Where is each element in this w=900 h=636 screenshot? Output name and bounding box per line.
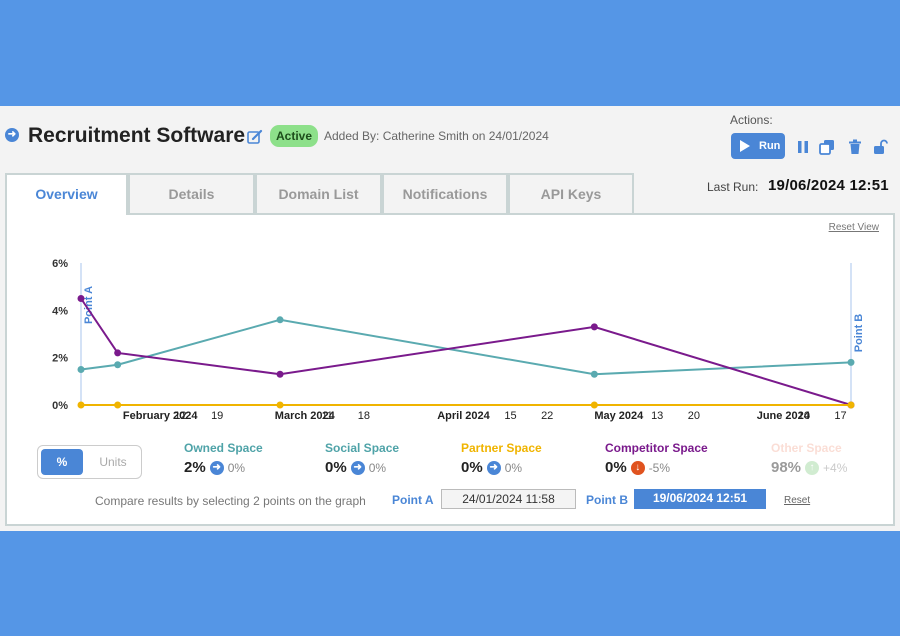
edit-icon[interactable] (247, 129, 263, 145)
y-tick-label: 2% (52, 353, 68, 365)
arrow-right-icon: ➜ (486, 460, 501, 475)
tab-details[interactable]: Details (128, 173, 255, 213)
metric-values: 0% ↓ -5% (605, 459, 708, 476)
data-point-competitor-space (276, 370, 284, 378)
metric-change: 0% (504, 460, 523, 475)
x-tick-label: April 2024 (437, 410, 490, 422)
metric-value: 2% (184, 459, 206, 476)
metric-partner-space: Partner Space 0% ➜ 0% (461, 441, 542, 476)
metric-name: Other Space (771, 441, 842, 455)
metric-name: Competitor Space (605, 441, 708, 455)
unlock-icon[interactable] (873, 139, 889, 155)
arrow-right-icon: ➜ (209, 460, 224, 475)
units-option[interactable]: Units (88, 449, 138, 475)
point-b-label: Point B (586, 493, 628, 507)
run-label: Run (759, 140, 781, 152)
y-tick-label: 4% (52, 305, 68, 317)
metric-name: Owned Space (184, 441, 263, 455)
x-tick-label: 12 (174, 410, 186, 422)
data-point-competitor-space (114, 349, 122, 357)
metric-change: 0% (368, 460, 387, 475)
play-icon (740, 140, 750, 152)
compare-row: Compare results by selecting 2 points on… (7, 488, 897, 512)
overview-content: Reset View 0% 2% 4% 6% February 2024 12 19 Marc… (5, 213, 895, 526)
metric-other-space: Other Space 98% ↑ +4% (771, 441, 847, 476)
data-point-competitor-space (77, 295, 85, 302)
point-b-field[interactable]: 19/06/2024 12:51 (634, 489, 766, 509)
point-a-field[interactable]: 24/01/2024 11:58 (441, 489, 576, 509)
trend-chart[interactable]: 0%2%4%6%February 202412 19 March 202411 18 A… (7, 215, 893, 440)
point-b-marker-label: Point B (853, 314, 865, 353)
x-tick-label: 17 (834, 410, 846, 422)
metric-values: 0% ➜ 0% (461, 459, 542, 476)
run-button[interactable]: Run (731, 133, 785, 159)
status-badge: Active (270, 125, 319, 147)
metric-owned-space: Owned Space 2% ➜ 0% (184, 441, 263, 476)
data-point-partner-space (276, 401, 284, 409)
x-tick-label: 19 (211, 410, 223, 422)
unit-toggle[interactable]: % Units (37, 445, 142, 479)
duplicate-icon[interactable] (819, 139, 835, 155)
data-point-owned-space (77, 366, 85, 373)
title-row: ➜ Recruitment Software Active Added By: … (0, 106, 700, 166)
trash-icon[interactable] (847, 139, 863, 155)
metric-values: 98% ↑ +4% (771, 459, 847, 476)
monitor-panel: ➜ Recruitment Software Active Added By: … (0, 106, 900, 531)
metric-values: 0% ➜ 0% (325, 459, 399, 476)
data-point-partner-space (114, 401, 122, 409)
actions-label: Actions: (730, 113, 773, 127)
x-tick-label: 22 (541, 410, 553, 422)
compare-instructions: Compare results by selecting 2 points on… (95, 494, 366, 508)
x-tick-label: 13 (651, 410, 663, 422)
percent-option[interactable]: % (41, 449, 83, 475)
tab-overview[interactable]: Overview (5, 173, 128, 215)
metric-name: Social Space (325, 441, 400, 455)
metric-change: 0% (227, 460, 246, 475)
metric-name: Partner Space (461, 441, 542, 455)
reset-link[interactable]: Reset (784, 495, 810, 506)
metric-value: 0% (605, 459, 627, 476)
back-arrow-icon[interactable]: ➜ (5, 128, 19, 142)
data-point-owned-space (847, 358, 855, 366)
data-point-owned-space (276, 316, 284, 324)
last-run-label: Last Run: (707, 180, 759, 194)
x-tick-label: 15 (504, 410, 516, 422)
x-tick-label: 10 (798, 410, 810, 422)
added-by-text: Added By: Catherine Smith on 24/01/2024 (324, 129, 549, 143)
data-point-partner-space (590, 401, 598, 409)
pause-icon[interactable] (795, 139, 811, 155)
y-tick-label: 0% (52, 400, 68, 412)
tab-domain-list[interactable]: Domain List (255, 173, 382, 213)
arrow-down-icon: ↓ (630, 460, 645, 475)
tab-notifications[interactable]: Notifications (382, 173, 508, 213)
tab-api-keys[interactable]: API Keys (508, 173, 634, 213)
metric-value: 0% (325, 459, 347, 476)
data-point-partner-space (77, 401, 85, 409)
x-tick-label: 20 (688, 410, 700, 422)
metric-values: 2% ➜ 0% (184, 459, 263, 476)
data-point-competitor-space (590, 323, 598, 331)
metric-change: -5% (648, 460, 671, 475)
y-tick-label: 6% (52, 258, 68, 270)
x-tick-label: May 2024 (594, 410, 644, 422)
page-title: Recruitment Software (28, 124, 246, 147)
metric-social-space: Social Space 0% ➜ 0% (325, 441, 399, 476)
data-point-partner-space (847, 401, 855, 409)
metric-change: +4% (823, 460, 848, 475)
metric-value: 0% (461, 459, 483, 476)
arrow-right-icon: ➜ (350, 460, 365, 475)
x-tick-label: 11 (321, 410, 332, 422)
arrow-up-icon: ↑ (805, 460, 820, 475)
x-tick-label: 18 (358, 410, 370, 422)
data-point-owned-space (590, 370, 598, 378)
data-point-owned-space (114, 361, 122, 369)
metric-competitor-space: Competitor Space 0% ↓ -5% (605, 441, 708, 476)
point-a-label: Point A (392, 493, 434, 507)
x-tick-label: February 2024 (123, 410, 198, 422)
metric-value: 98% (771, 459, 802, 476)
last-run-value: 19/06/2024 12:51 (768, 177, 889, 194)
